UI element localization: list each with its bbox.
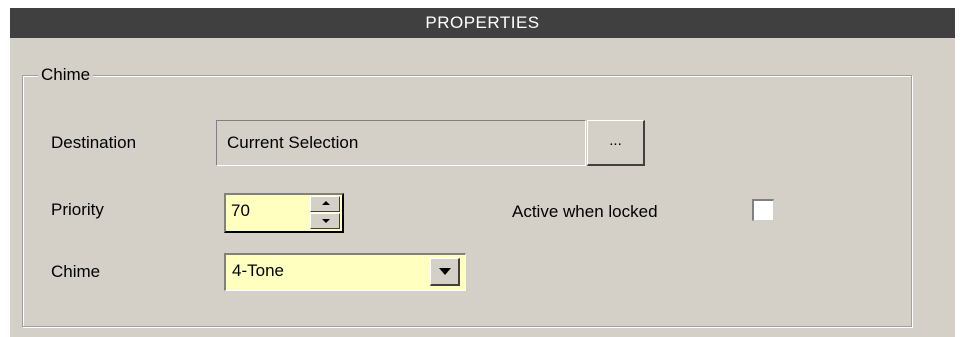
active-when-locked-label: Active when locked — [512, 202, 658, 221]
priority-value[interactable]: 70 — [231, 201, 250, 221]
destination-label: Destination — [51, 133, 137, 152]
active-when-locked-checkbox[interactable] — [752, 199, 774, 221]
chime-selected-value: 4-Tone — [232, 261, 284, 280]
spin-down-button[interactable] — [310, 213, 340, 229]
destination-field[interactable]: Current Selection — [216, 120, 586, 166]
dropdown-button[interactable] — [430, 258, 460, 286]
chime-groupbox — [22, 75, 912, 327]
priority-label: Priority — [51, 200, 104, 219]
priority-spinbox[interactable]: 70 — [224, 193, 344, 233]
groupbox-label: Chime — [38, 63, 94, 87]
arrow-up-icon — [322, 201, 330, 205]
chime-label: Chime — [51, 262, 101, 281]
panel-title: PROPERTIES — [10, 8, 955, 38]
arrow-down-icon — [322, 219, 330, 223]
spin-up-button[interactable] — [310, 196, 340, 212]
chime-select[interactable]: 4-Tone — [224, 253, 466, 291]
chevron-down-icon — [439, 268, 451, 275]
destination-value: Current Selection — [227, 133, 359, 152]
browse-button[interactable]: ... — [587, 120, 645, 166]
